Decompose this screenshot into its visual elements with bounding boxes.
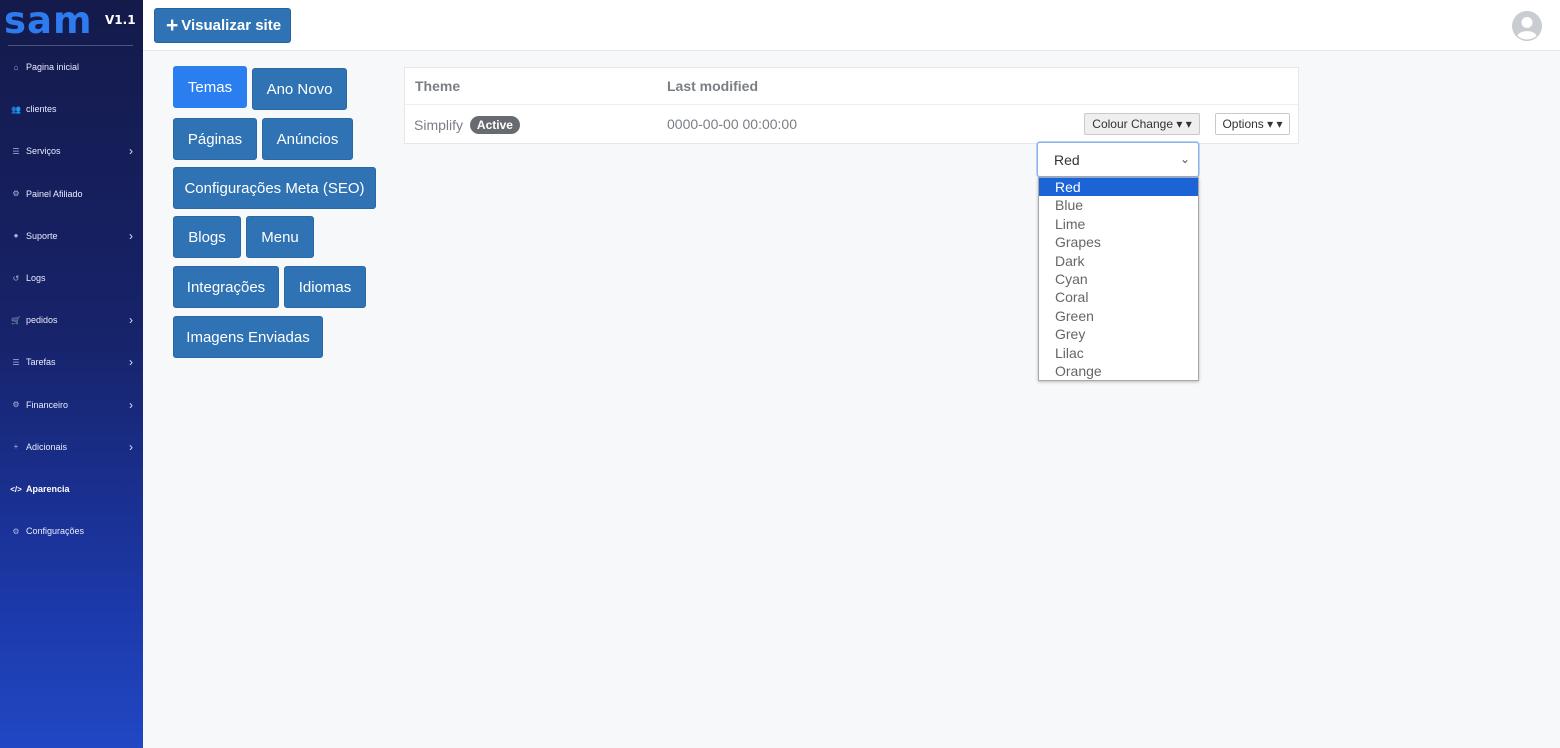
colour-change-button[interactable]: Colour Change ▾ ▾ [1084, 113, 1200, 135]
tab-idiomas[interactable]: Idiomas [284, 266, 366, 308]
chevron-right-icon: › [129, 313, 133, 328]
sidebar-item-3[interactable]: ⚙ Painel Afiliado [0, 179, 143, 209]
colour-option[interactable]: Red [1039, 178, 1198, 197]
colour-option[interactable]: Grapes [1039, 233, 1198, 251]
list-icon: ☰ [12, 146, 20, 156]
sidebar-item-6[interactable]: 🛒 pedidos › [0, 305, 143, 335]
sidebar-item-label: Suporte [26, 230, 58, 241]
gear-icon: ⚙ [12, 526, 20, 536]
sidebar-item-label: Pagina inicial [26, 62, 80, 72]
top-bar: + Visualizar site [143, 0, 1560, 51]
colour-option[interactable]: Cyan [1039, 270, 1198, 288]
tab-meta-seo[interactable]: Configurações Meta (SEO) [173, 167, 376, 209]
theme-name: Simplify [414, 117, 464, 133]
sidebar-item-label: Financeiro [26, 399, 69, 410]
tab-integracoes[interactable]: Integrações [173, 266, 279, 308]
history-icon: ↺ [12, 273, 20, 283]
sidebar-item-0[interactable]: ⌂ Pagina inicial [0, 52, 143, 82]
colour-select[interactable]: Red ⌄ [1037, 142, 1199, 177]
tab-blogs[interactable]: Blogs [173, 216, 241, 258]
chevron-right-icon: › [129, 397, 133, 412]
cart-icon: 🛒 [11, 315, 21, 325]
chevron-right-icon: › [129, 144, 133, 159]
visit-site-button[interactable]: + Visualizar site [154, 8, 291, 43]
sidebar-item-label: pedidos [26, 315, 58, 326]
column-header-last-modified: Last modified [667, 78, 759, 94]
chevron-down-icon: ⌄ [1179, 152, 1190, 166]
last-modified-value: 0000-00-00 00:00:00 [667, 116, 797, 132]
themes-table: Theme Last modified Simplify Active 0000… [404, 67, 1299, 144]
gear-icon: ⚙ [12, 189, 20, 199]
tab-menu[interactable]: Menu [246, 216, 314, 258]
options-button[interactable]: Options ▾ ▾ [1215, 113, 1290, 135]
sidebar-item-label: Painel Afiliado [26, 188, 83, 199]
sidebar-divider [8, 45, 133, 46]
colour-option[interactable]: Dark [1039, 252, 1198, 270]
colour-options-list: Red Blue Lime Grapes Dark Cyan Coral Green Grey L… [1038, 177, 1199, 381]
sidebar-item-7[interactable]: ☰ Tarefas › [0, 347, 143, 377]
visit-site-label: Visualizar site [181, 17, 282, 34]
colour-option[interactable]: Green [1039, 307, 1198, 325]
code-icon: </> [10, 484, 22, 494]
sidebar-item-label: Serviços [26, 146, 61, 157]
sidebar: sam V1.1 ⌂ Pagina inicial 👥 clientes ☰ Serviç… [0, 0, 143, 748]
sidebar-item-4[interactable]: ● Suporte › [0, 221, 143, 251]
plus-icon: + [13, 442, 19, 452]
sidebar-item-label: Configurações [26, 526, 85, 537]
sidebar-item-label: Logs [26, 273, 46, 283]
users-icon: 👥 [11, 104, 21, 114]
plus-icon: + [166, 14, 179, 37]
sidebar-item-8[interactable]: ⚙ Financeiro › [0, 390, 143, 420]
chevron-right-icon: › [129, 439, 133, 454]
colour-option[interactable]: Coral [1039, 288, 1198, 306]
chevron-right-icon: › [129, 355, 133, 370]
sidebar-item-9[interactable]: + Adicionais › [0, 432, 143, 462]
tab-paginas[interactable]: Páginas [173, 118, 257, 160]
colour-option[interactable]: Lime [1039, 215, 1198, 233]
sidebar-item-2[interactable]: ☰ Serviços › [0, 136, 143, 166]
list-icon: ☰ [12, 357, 20, 367]
sidebar-item-label: Adicionais [26, 441, 68, 452]
brand[interactable]: sam V1.1 [4, 0, 140, 44]
sidebar-item-10[interactable]: </> Aparencia [0, 474, 143, 504]
sidebar-item-5[interactable]: ↺ Logs [0, 263, 143, 293]
version-label: V1.1 [105, 13, 136, 27]
tab-ano-novo[interactable]: Ano Novo [252, 68, 347, 110]
colour-select-value: Red [1054, 151, 1080, 168]
home-icon: ⌂ [13, 62, 19, 72]
row-divider [405, 104, 1298, 105]
status-badge: Active [469, 116, 520, 134]
gear-icon: ⚙ [12, 400, 20, 410]
sidebar-item-label: clientes [26, 104, 57, 115]
tab-anuncios[interactable]: Anúncios [262, 118, 353, 160]
user-avatar-icon[interactable] [1511, 10, 1543, 42]
colour-option[interactable]: Blue [1039, 196, 1198, 214]
tab-temas[interactable]: Temas [173, 66, 247, 108]
sidebar-item-1[interactable]: 👥 clientes [0, 94, 143, 124]
column-header-theme: Theme [415, 78, 461, 94]
colour-option[interactable]: Orange [1039, 362, 1198, 380]
tab-imagens-enviadas[interactable]: Imagens Enviadas [173, 316, 323, 358]
sidebar-item-label: Aparencia [26, 484, 70, 494]
sidebar-item-label: Tarefas [26, 357, 56, 368]
colour-option[interactable]: Grey [1039, 325, 1198, 343]
theme-name-cell: Simplify Active [414, 116, 520, 134]
brand-logo[interactable]: sam [4, 0, 93, 42]
chevron-right-icon: › [129, 228, 133, 243]
colour-option[interactable]: Lilac [1039, 344, 1198, 362]
sidebar-item-11[interactable]: ⚙ Configurações [0, 516, 143, 546]
chat-icon: ● [13, 231, 19, 241]
